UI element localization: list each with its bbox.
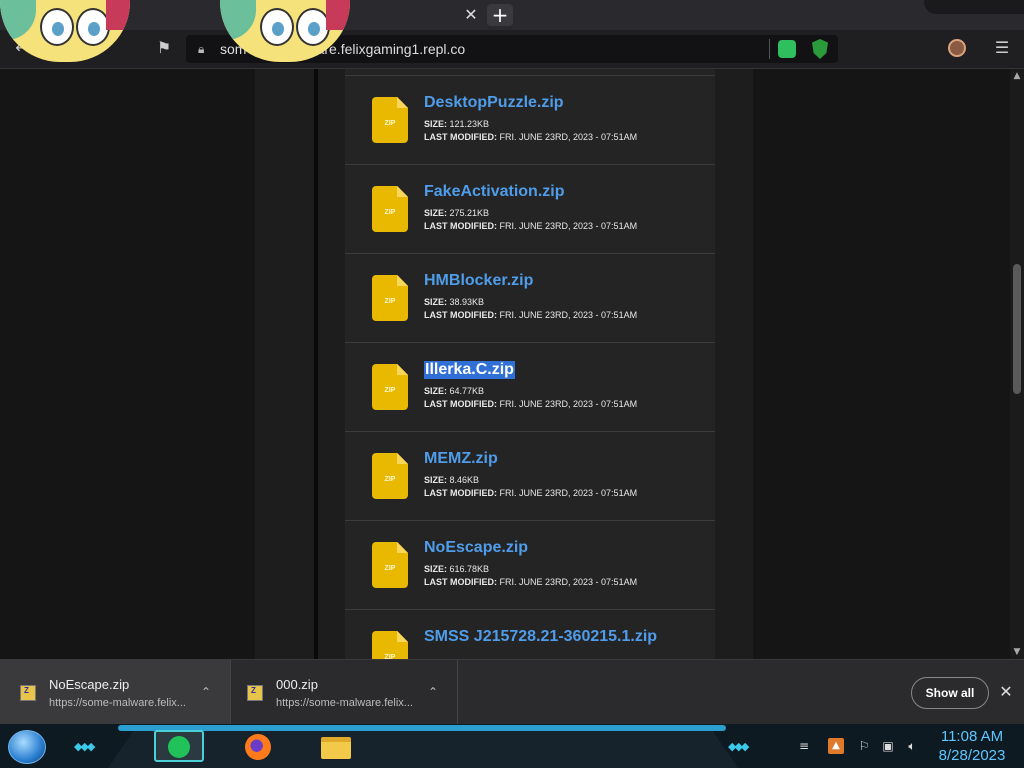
zip-file-icon: ZIP bbox=[372, 453, 408, 499]
file-row: ZIP DesktopPuzzle.zip SIZE: 121.23KB LAST M… bbox=[345, 76, 715, 165]
scroll-up-icon[interactable]: ▲ bbox=[1010, 69, 1024, 83]
zip-icon-label: ZIP bbox=[384, 120, 396, 127]
action-center-flag-icon[interactable]: ⚐ bbox=[856, 738, 872, 754]
show-all-button[interactable]: Show all bbox=[911, 677, 989, 709]
file-row: ZIP SMSS J215728.21-360215.1.zip bbox=[345, 610, 715, 659]
file-link[interactable]: MEMZ.zip bbox=[424, 450, 498, 468]
file-row: ZIP NoEscape.zip SIZE: 616.78KB LAST MODIFI… bbox=[345, 521, 715, 610]
hamburger-menu-icon[interactable]: ☰ bbox=[992, 38, 1012, 58]
file-row: ZIP FakeActivation.zip SIZE: 275.21KB LAST … bbox=[345, 165, 715, 254]
bookmark-icon[interactable]: ⚑ bbox=[154, 38, 174, 58]
zip-file-icon: ZIP bbox=[372, 186, 408, 232]
file-row: ZIP MEMZ.zip SIZE: 8.46KB LAST MODIFIED: FR… bbox=[345, 432, 715, 521]
file-size: SIZE: 616.78KB bbox=[424, 564, 490, 574]
file-size: SIZE: 8.46KB bbox=[424, 475, 480, 485]
tray-stripes-icon[interactable]: ≡ bbox=[796, 738, 812, 754]
browser-toolbar: ← ↻ ⚑ 🔒︎ somware.felixgaming1.repl.co ☰ bbox=[0, 30, 1024, 69]
close-download-bar-icon[interactable]: ✕ bbox=[996, 682, 1016, 702]
tab-bar: ✕ + bbox=[0, 0, 1024, 30]
file-modified: LAST MODIFIED: FRI. JUNE 23RD, 2023 - 07… bbox=[424, 221, 638, 231]
file-link[interactable]: Illerka.C.zip bbox=[424, 361, 515, 379]
network-icon[interactable]: ▣ bbox=[880, 738, 896, 754]
zip-file-icon: ZIP bbox=[372, 364, 408, 410]
web-page: ZIP DesktopPuzzle.zip SIZE: 121.23KB LAST M… bbox=[0, 69, 1010, 659]
zip-icon-label: ZIP bbox=[384, 209, 396, 216]
file-link[interactable]: HMBlocker.zip bbox=[424, 272, 533, 290]
zip-file-icon: ZIP bbox=[372, 275, 408, 321]
spotify-icon bbox=[168, 736, 190, 758]
profile-avatar[interactable] bbox=[948, 39, 966, 57]
decorative-chevrons-icon: ◆◆◆ bbox=[728, 740, 749, 753]
file-link[interactable]: FakeActivation.zip bbox=[424, 183, 564, 201]
clock-time[interactable]: 11:08 AM bbox=[934, 728, 1010, 745]
zip-file-icon: ZIP bbox=[372, 542, 408, 588]
download-item[interactable]: Z NoEscape.zip https://some-malware.feli… bbox=[0, 660, 231, 724]
taskbar-glow bbox=[118, 725, 726, 731]
scroll-thumb[interactable] bbox=[1013, 264, 1021, 394]
download-filename: NoEscape.zip bbox=[49, 677, 130, 692]
file-modified: LAST MODIFIED: FRI. JUNE 23RD, 2023 - 07… bbox=[424, 132, 638, 142]
taskbar: ◆◆◆ ◆◆◆ ≡ ▲ ⚐ ▣ 🔈︎ 11:08 AM 8/28/2023 bbox=[0, 724, 1024, 768]
file-size: SIZE: 275.21KB bbox=[424, 208, 490, 218]
file-row: ZIP HMBlocker.zip SIZE: 38.93KB LAST MODIFI… bbox=[345, 254, 715, 343]
firefox-icon bbox=[245, 734, 271, 760]
download-url: https://some-malware.felix... bbox=[49, 697, 186, 709]
zip-icon-label: ZIP bbox=[384, 565, 396, 572]
decorative-chevrons-icon: ◆◆◆ bbox=[74, 740, 95, 753]
zip-icon-label: ZIP bbox=[384, 298, 396, 305]
file-modified: LAST MODIFIED: FRI. JUNE 23RD, 2023 - 07… bbox=[424, 577, 638, 587]
url-divider bbox=[769, 39, 770, 59]
extension-chat-icon[interactable] bbox=[778, 40, 796, 58]
extension-shield-icon[interactable] bbox=[812, 39, 828, 59]
file-modified: LAST MODIFIED: FRI. JUNE 23RD, 2023 - 07… bbox=[424, 310, 638, 320]
chevron-up-icon[interactable]: ⌃ bbox=[198, 684, 214, 700]
download-bar: Z NoEscape.zip https://some-malware.feli… bbox=[0, 659, 1024, 725]
file-size: SIZE: 121.23KB bbox=[424, 119, 490, 129]
lock-icon[interactable]: 🔒︎ bbox=[198, 41, 214, 57]
volume-icon[interactable]: 🔈︎ bbox=[904, 738, 920, 754]
zip-icon-label: ZIP bbox=[384, 476, 396, 483]
file-link[interactable]: NoEscape.zip bbox=[424, 539, 528, 557]
file-row: ZIP Illerka.C.zip SIZE: 64.77KB LAST MODIFI… bbox=[345, 343, 715, 432]
clock-date[interactable]: 8/28/2023 bbox=[934, 747, 1010, 764]
taskbar-firefox[interactable] bbox=[234, 730, 284, 762]
file-modified: LAST MODIFIED: FRI. JUNE 23RD, 2023 - 07… bbox=[424, 488, 638, 498]
taskbar-file-explorer[interactable] bbox=[312, 730, 362, 762]
new-tab-button[interactable]: + bbox=[487, 4, 513, 26]
column-border bbox=[314, 69, 318, 659]
page-scrollbar[interactable]: ▲ ▼ bbox=[1010, 69, 1024, 659]
taskbar-spotify[interactable] bbox=[154, 730, 204, 762]
download-filename: 000.zip bbox=[276, 677, 318, 692]
zip-file-icon: ZIP bbox=[372, 97, 408, 143]
file-size: SIZE: 38.93KB bbox=[424, 297, 485, 307]
file-link[interactable]: SMSS J215728.21-360215.1.zip bbox=[424, 628, 657, 646]
zip-file-icon: ZIP bbox=[372, 631, 408, 659]
zip-archive-icon: Z bbox=[20, 685, 36, 701]
scroll-down-icon[interactable]: ▼ bbox=[1010, 645, 1024, 659]
download-item[interactable]: Z 000.zip https://some-malware.felix... … bbox=[231, 660, 458, 724]
tray-app-icon[interactable]: ▲ bbox=[828, 738, 844, 754]
file-link[interactable]: DesktopPuzzle.zip bbox=[424, 94, 564, 112]
download-url: https://some-malware.felix... bbox=[276, 697, 413, 709]
start-button[interactable] bbox=[8, 730, 46, 764]
window-controls-area bbox=[924, 0, 1024, 14]
zip-archive-icon: Z bbox=[247, 685, 263, 701]
chevron-up-icon[interactable]: ⌃ bbox=[425, 684, 441, 700]
file-size: SIZE: 64.77KB bbox=[424, 386, 485, 396]
file-modified: LAST MODIFIED: FRI. JUNE 23RD, 2023 - 07… bbox=[424, 399, 638, 409]
zip-icon-label: ZIP bbox=[384, 387, 396, 394]
close-tab-icon[interactable]: ✕ bbox=[462, 6, 480, 24]
folder-icon bbox=[321, 737, 351, 759]
file-list: ZIP DesktopPuzzle.zip SIZE: 121.23KB LAST M… bbox=[345, 69, 715, 659]
